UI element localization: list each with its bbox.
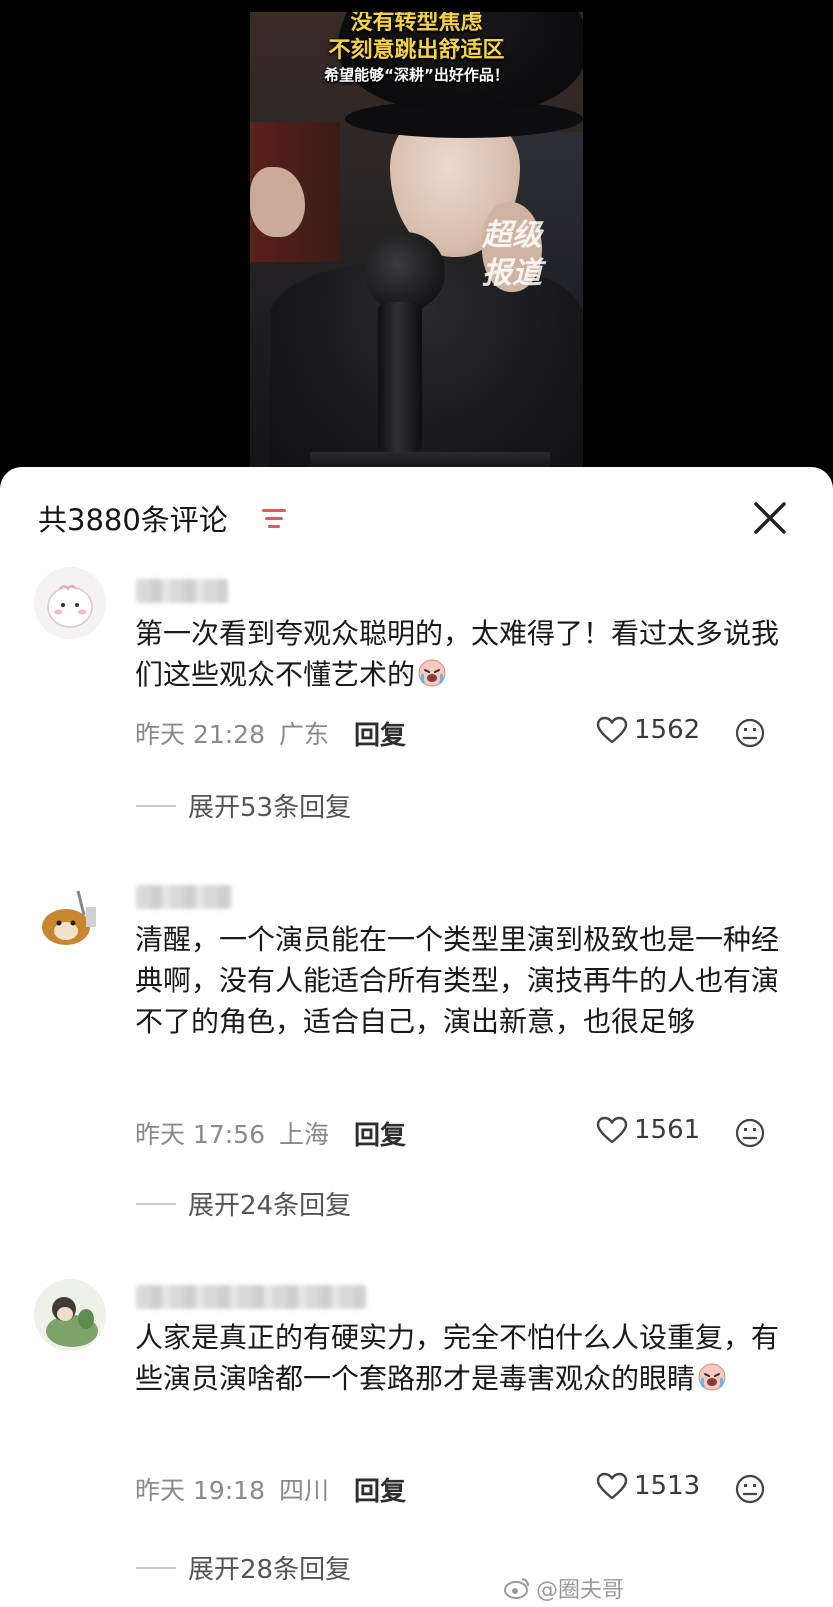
comment-text-content: 人家是真正的有硬实力，完全不怕什么人设重复，有些演员演啥都一个套路那才是毒害观众… [135, 1321, 780, 1395]
sort-icon[interactable] [262, 508, 288, 530]
username-redacted [136, 579, 228, 603]
video-frame[interactable]: 没有转型焦虑 不刻意跳出舒适区 希望能够“深耕”出好作品！ 超级报道 [250, 12, 583, 480]
avatar[interactable] [34, 1279, 106, 1351]
heart-icon [596, 1116, 628, 1144]
reply-button[interactable]: 回复 [354, 1471, 406, 1508]
like-button[interactable]: 1513 [596, 1471, 700, 1501]
like-count: 1513 [634, 1471, 701, 1501]
comment-time: 昨天 17:56 [135, 1120, 265, 1149]
comment-text: 人家是真正的有硬实力，完全不怕什么人设重复，有些演员演啥都一个套路那才是毒害观众… [135, 1317, 785, 1399]
avatar-image [34, 567, 106, 639]
expand-replies-button[interactable]: 展开28条回复 [136, 1549, 351, 1586]
username-redacted [136, 1285, 366, 1309]
like-button[interactable]: 1561 [596, 1115, 700, 1145]
heart-icon [596, 716, 628, 744]
avatar[interactable] [34, 881, 106, 953]
weibo-watermark: @圈夫哥 [504, 1572, 624, 1604]
expand-replies-label: 展开28条回复 [188, 1555, 352, 1585]
expand-divider [136, 1566, 176, 1569]
expand-replies-button[interactable]: 展开53条回复 [136, 787, 351, 824]
comment-location: 上海 [278, 1120, 329, 1149]
reply-button[interactable]: 回复 [354, 1115, 406, 1152]
dislike-face-icon[interactable] [734, 1117, 766, 1149]
like-count: 1562 [634, 715, 701, 745]
crying-laughing-emoji-icon [418, 659, 446, 687]
comment-count-title: 共3880条评论 [38, 503, 228, 537]
microphone-body [378, 302, 422, 452]
reply-button[interactable]: 回复 [354, 715, 406, 752]
expand-replies-button[interactable]: 展开24条回复 [136, 1185, 351, 1222]
like-count: 1561 [634, 1115, 701, 1145]
comment-location: 广东 [278, 720, 329, 749]
video-caption-line2: 不刻意跳出舒适区 [328, 38, 505, 63]
video-area[interactable]: 没有转型焦虑 不刻意跳出舒适区 希望能够“深耕”出好作品！ 超级报道 [0, 0, 833, 480]
video-watermark: 超级报道 [482, 217, 562, 293]
comment-location: 四川 [278, 1476, 329, 1505]
video-caption-line3: 希望能够“深耕”出好作品！ [324, 66, 509, 84]
comment-time: 昨天 19:18 [135, 1476, 265, 1505]
expand-replies-label: 展开24条回复 [188, 1191, 352, 1221]
avatar-image [34, 1279, 106, 1351]
like-button[interactable]: 1562 [596, 715, 700, 745]
comment-text-content: 清醒，一个演员能在一个类型里演到极致也是一种经典啊，没有人能适合所有类型，演技再… [135, 923, 780, 1038]
comment-text-content: 第一次看到夸观众聪明的，太难得了！看过太多说我们这些观众不懂艺术的 [135, 617, 780, 691]
expand-divider [136, 1202, 176, 1205]
microphone-head [365, 232, 445, 312]
weibo-logo-icon [504, 1578, 529, 1599]
comment-meta: 昨天 21:28 广东 [135, 715, 329, 751]
comment-meta: 昨天 17:56 上海 [135, 1115, 329, 1151]
expand-divider [136, 804, 176, 807]
dislike-face-icon[interactable] [734, 1473, 766, 1505]
dislike-face-icon[interactable] [734, 717, 766, 749]
username-redacted [136, 885, 232, 909]
avatar-image [34, 881, 106, 953]
comment-sheet-header: 共3880条评论 [0, 467, 833, 567]
comment-text: 第一次看到夸观众聪明的，太难得了！看过太多说我们这些观众不懂艺术的 [135, 613, 785, 695]
comment-text: 清醒，一个演员能在一个类型里演到极致也是一种经典啊，没有人能适合所有类型，演技再… [135, 919, 785, 1042]
heart-icon [596, 1472, 628, 1500]
avatar[interactable] [34, 567, 106, 639]
crying-laughing-emoji-icon [698, 1363, 726, 1391]
weibo-watermark-text: @圈夫哥 [536, 1578, 625, 1603]
comment-time: 昨天 21:28 [135, 720, 265, 749]
comment-sheet: 共3880条评论 第一次看到夸观众聪明的，太难得了！看过太多说我们这些观众不懂艺… [0, 467, 833, 1607]
video-watermark-text: 超级报道 [482, 218, 542, 291]
comment-meta: 昨天 19:18 四川 [135, 1471, 329, 1507]
close-icon[interactable] [752, 500, 788, 536]
expand-replies-label: 展开53条回复 [188, 793, 352, 823]
